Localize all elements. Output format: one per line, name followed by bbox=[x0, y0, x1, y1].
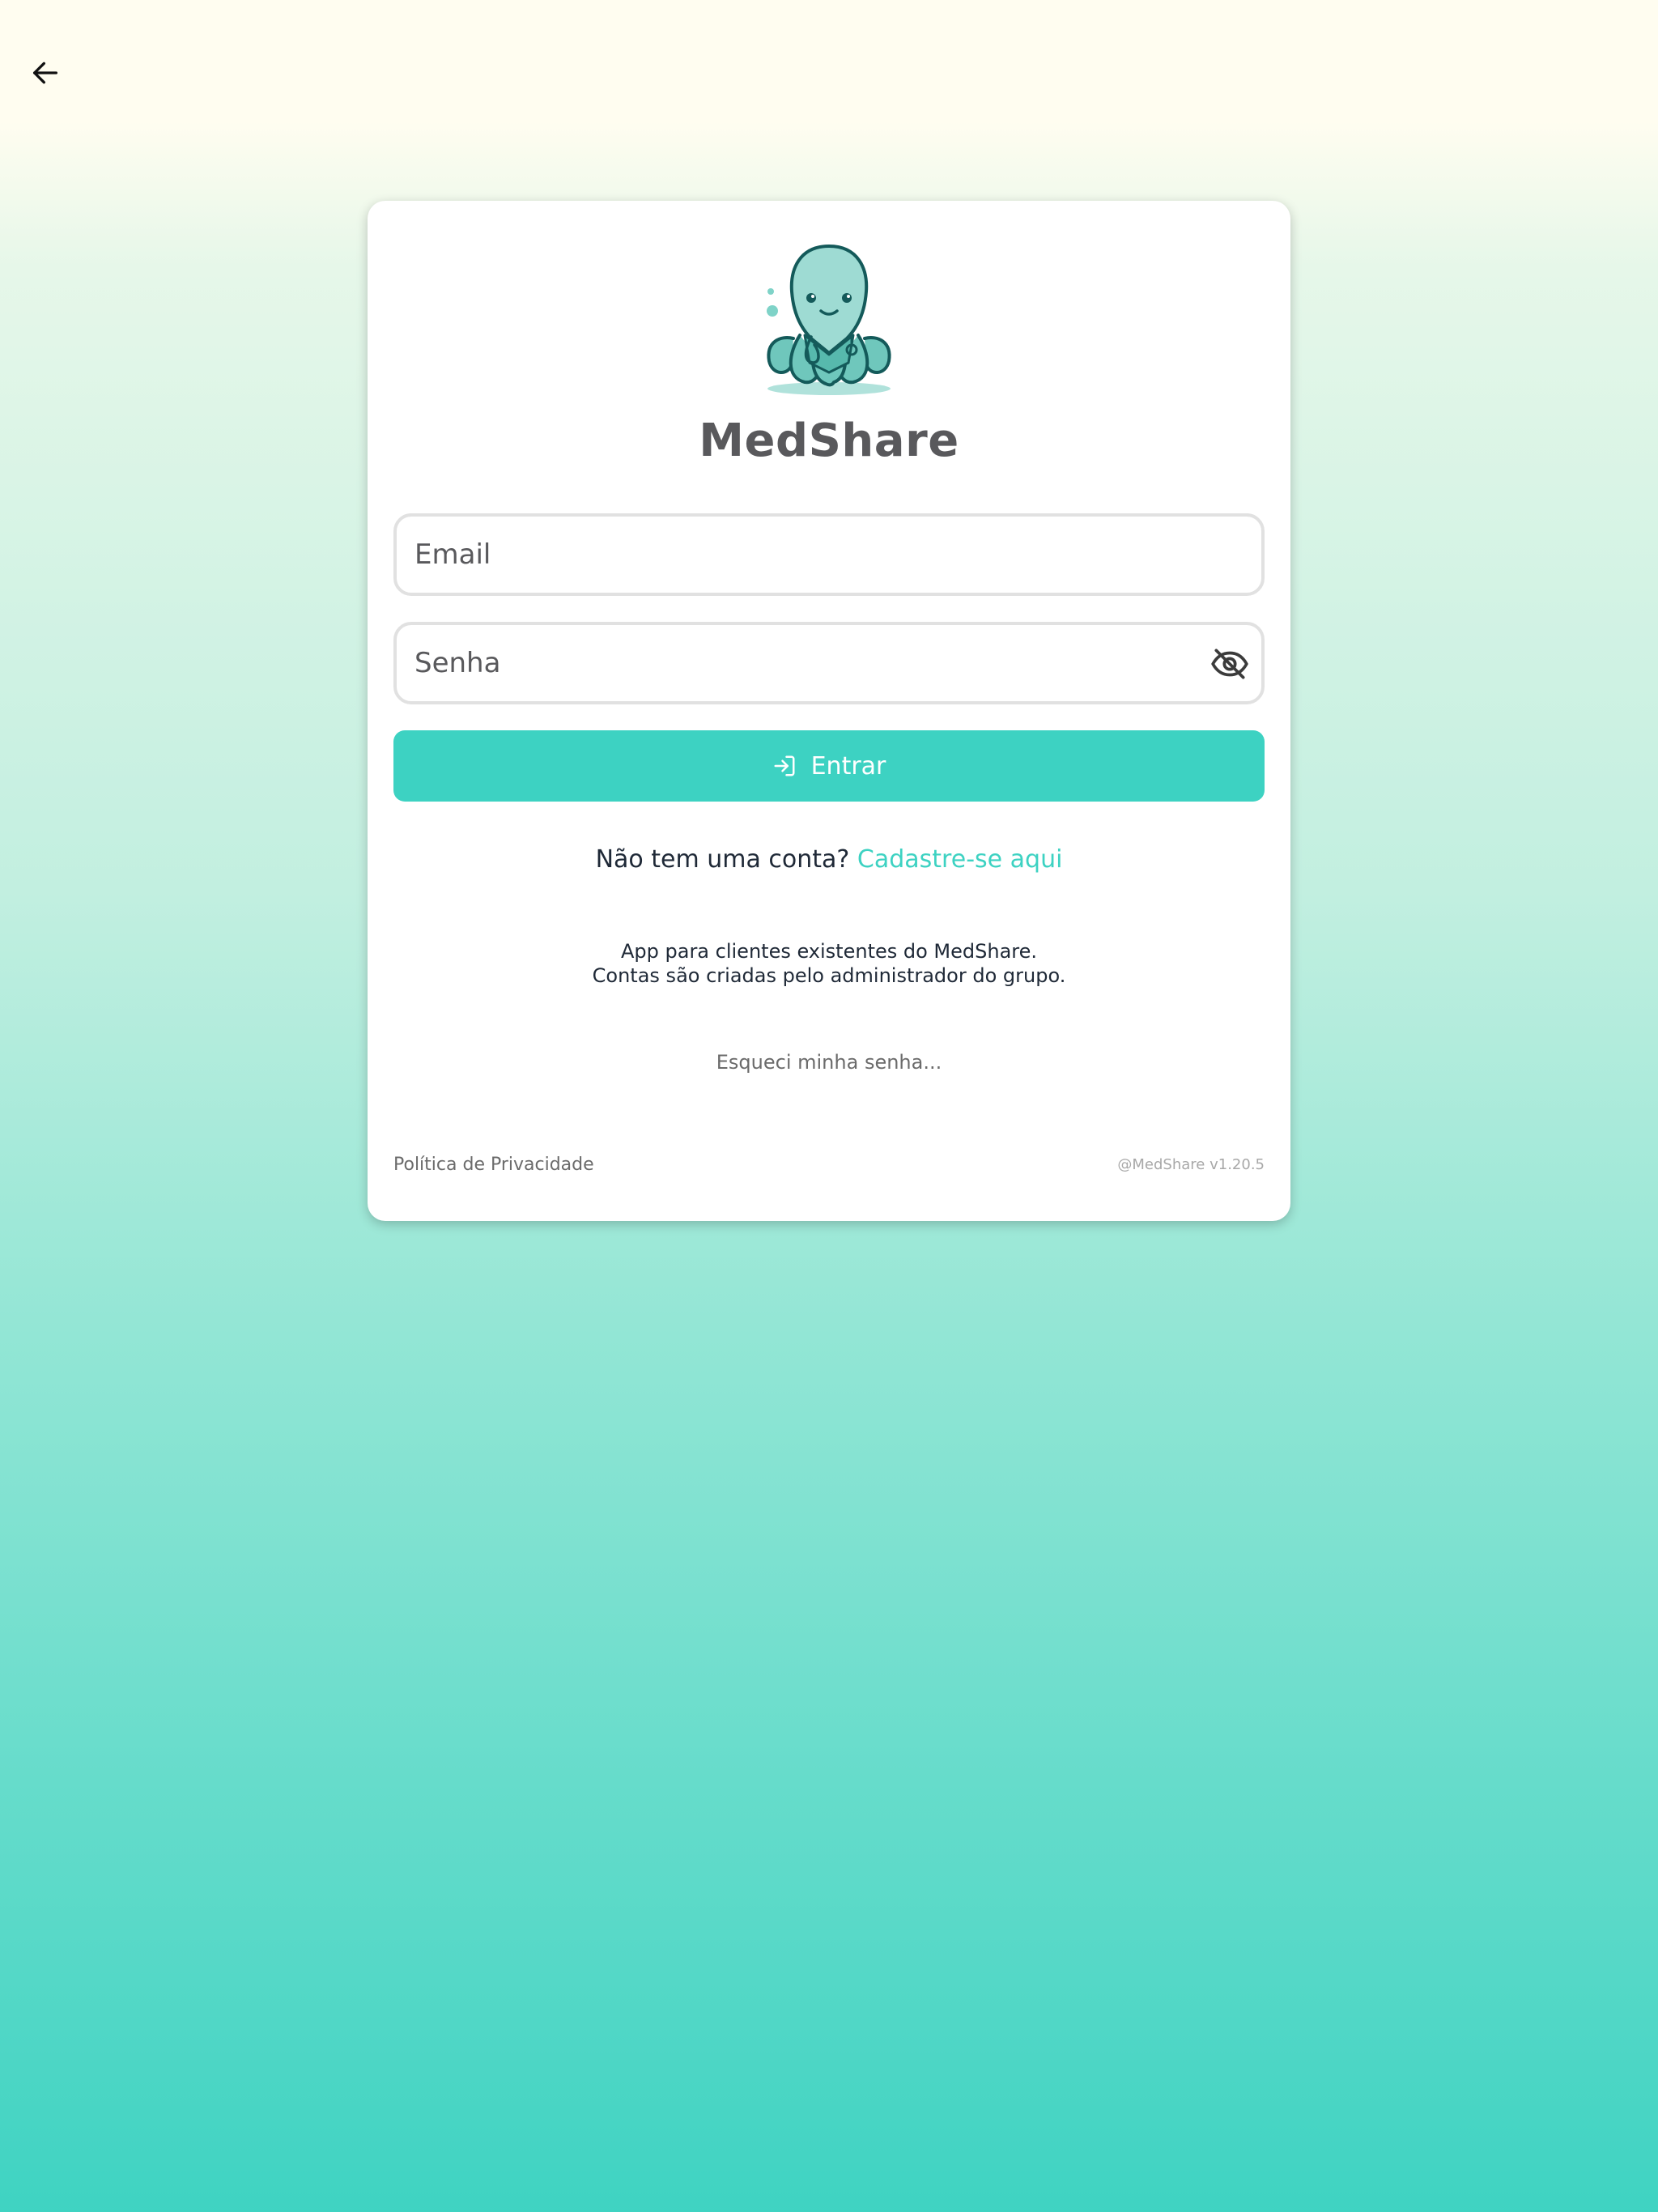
arrow-left-icon bbox=[33, 62, 58, 84]
forgot-password-link[interactable]: Esqueci minha senha... bbox=[368, 1051, 1290, 1074]
login-card: MedShare Entrar Não tem uma conta? Cadas… bbox=[368, 201, 1290, 1221]
app-title: MedShare bbox=[699, 415, 959, 467]
top-bar bbox=[0, 0, 1658, 121]
signup-prompt: Não tem uma conta? bbox=[595, 845, 850, 874]
signup-row: Não tem uma conta? Cadastre-se aqui bbox=[368, 845, 1290, 874]
info-text: App para clientes existentes do MedShare… bbox=[368, 939, 1290, 988]
info-line-2: Contas são criadas pelo administrador do… bbox=[592, 964, 1066, 987]
email-input[interactable] bbox=[397, 517, 1261, 593]
email-field-container bbox=[393, 513, 1265, 596]
signup-link[interactable]: Cadastre-se aqui bbox=[857, 845, 1063, 874]
version-label: @MedShare v1.20.5 bbox=[1117, 1156, 1265, 1173]
eye-slash-icon bbox=[1211, 649, 1248, 679]
login-arrow-icon bbox=[774, 755, 795, 776]
password-input[interactable] bbox=[397, 625, 1261, 701]
octopus-doctor-logo bbox=[767, 245, 891, 395]
login-button-label: Entrar bbox=[810, 751, 886, 781]
login-button[interactable]: Entrar bbox=[393, 730, 1265, 802]
password-visibility-toggle[interactable] bbox=[1209, 644, 1250, 684]
password-field-container bbox=[393, 622, 1265, 704]
info-line-1: App para clientes existentes do MedShare… bbox=[620, 940, 1038, 963]
back-button[interactable] bbox=[23, 50, 68, 96]
privacy-policy-link[interactable]: Política de Privacidade bbox=[393, 1155, 594, 1175]
